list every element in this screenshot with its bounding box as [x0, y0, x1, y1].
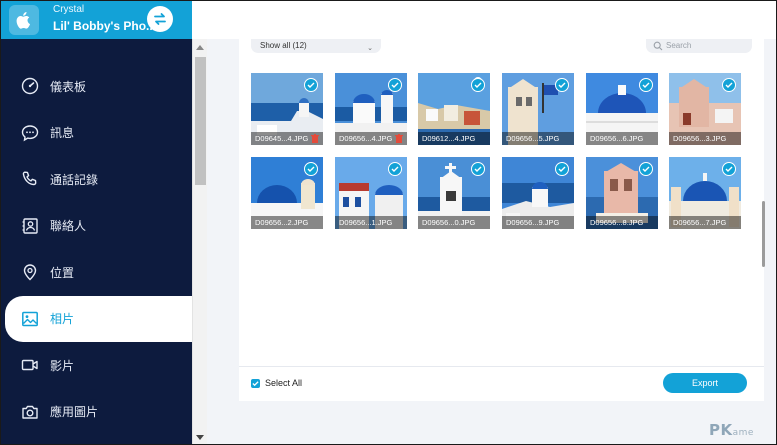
photo-content-area: Show all (12) ⌄ Search D09645...4.JPG D0… [239, 39, 764, 401]
selected-check-icon[interactable] [388, 162, 402, 176]
export-button[interactable]: Export [663, 373, 747, 393]
photo-tile[interactable]: D09656...3.JPG [669, 73, 741, 145]
select-all-label: Select All [265, 378, 303, 388]
sidebar-scrollbar[interactable] [192, 39, 207, 444]
search-input[interactable]: Search [646, 39, 752, 53]
photo-tile[interactable]: D09645...4.JPG [251, 73, 323, 145]
sidebar-item-label: 聯絡人 [50, 219, 87, 234]
select-all-checkbox[interactable]: Select All [251, 378, 302, 388]
photo-filename: D09656...8.JPG [586, 216, 658, 229]
selected-check-icon[interactable] [639, 78, 653, 92]
photo-tile[interactable]: D09612...4.JPG [418, 73, 490, 145]
show-filter-dropdown[interactable]: Show all (12) ⌄ [251, 39, 381, 53]
device-header: Crystal Lil' Bobby's Pho... [1, 1, 192, 39]
sidebar-item-videos[interactable]: 影片 [1, 342, 192, 389]
scroll-down-arrow-icon[interactable] [196, 435, 204, 440]
watermark-text: PK [709, 421, 733, 439]
device-owner: Crystal [53, 4, 85, 15]
apple-device-icon [9, 5, 39, 35]
filter-selected-value: Show all (12) [260, 41, 307, 50]
sidebar-nav: 儀表板 訊息 通話記錄 聯絡人 位置 相片 影片 應用圖片 [1, 63, 192, 435]
photo-tile[interactable]: D09656...7.JPG [669, 157, 741, 229]
photo-filename: D09656...3.JPG [669, 132, 741, 145]
photo-filename: D09656...7.JPG [669, 216, 741, 229]
phone-icon [20, 169, 40, 189]
watermark-suffix: ame [732, 428, 754, 438]
main-panel: Show all (12) ⌄ Search D09645...4.JPG D0… [192, 1, 776, 444]
photo-filename: D09656...5.JPG [502, 132, 574, 145]
watermark-logo: PKame [709, 421, 754, 439]
photo-filename: D09612...4.JPG [418, 132, 490, 145]
trash-icon[interactable] [395, 134, 403, 143]
photo-tile[interactable]: D09656...5.JPG [502, 73, 574, 145]
switch-device-button[interactable] [147, 6, 173, 32]
sidebar-item-messages[interactable]: 訊息 [1, 110, 192, 157]
sidebar-item-label: 通話記錄 [50, 172, 99, 187]
content-scrollbar-thumb[interactable] [762, 201, 765, 267]
sidebar-item-dashboard[interactable]: 儀表板 [1, 63, 192, 110]
photo-filename: D09656...9.JPG [502, 216, 574, 229]
sidebar-item-label: 相片 [50, 312, 75, 327]
scrollbar-thumb[interactable] [195, 57, 206, 185]
photo-tile[interactable]: D09656...4.JPG [335, 73, 407, 145]
location-pin-icon [20, 262, 40, 282]
search-placeholder: Search [666, 41, 692, 50]
photo-tile[interactable]: D09656...0.JPG [418, 157, 490, 229]
photo-filename: D09656...2.JPG [251, 216, 323, 229]
image-icon [20, 309, 40, 329]
selected-check-icon[interactable] [304, 162, 318, 176]
selected-check-icon[interactable] [722, 78, 736, 92]
photo-filename: D09656...6.JPG [586, 132, 658, 145]
sidebar-item-photos[interactable]: 相片 [5, 295, 192, 342]
app-window: Crystal Lil' Bobby's Pho... 儀表板 訊息 通話記錄 … [0, 0, 777, 445]
photo-filename: D09656...1.JPG [335, 216, 407, 229]
sidebar-item-contacts[interactable]: 聯絡人 [1, 203, 192, 250]
sidebar-item-call-log[interactable]: 通話記錄 [1, 156, 192, 203]
trash-icon[interactable] [311, 134, 319, 143]
sidebar-item-label: 位置 [50, 265, 75, 280]
selected-check-icon[interactable] [388, 78, 402, 92]
chevron-down-icon: ⌄ [367, 45, 373, 52]
photo-tile[interactable]: D09656...6.JPG [586, 73, 658, 145]
photo-tile[interactable]: D09656...1.JPG [335, 157, 407, 229]
sidebar-item-label: 訊息 [50, 126, 75, 141]
top-bar [192, 1, 776, 39]
chat-bubble-icon [20, 123, 40, 143]
sidebar-item-label: 儀表板 [50, 79, 87, 94]
sidebar-item-app-photos[interactable]: 應用圖片 [1, 389, 192, 436]
sidebar-item-location[interactable]: 位置 [1, 249, 192, 296]
photo-tile[interactable]: D09656...9.JPG [502, 157, 574, 229]
video-camera-icon [20, 355, 40, 375]
selected-check-icon[interactable] [722, 162, 736, 176]
camera-icon [20, 402, 40, 422]
scroll-up-arrow-icon[interactable] [196, 45, 204, 50]
gauge-icon [20, 76, 40, 96]
search-icon [653, 41, 663, 51]
photo-tile[interactable]: D09656...2.JPG [251, 157, 323, 229]
sidebar-item-label: 影片 [50, 358, 75, 373]
selected-check-icon[interactable] [471, 162, 485, 176]
photo-filename: D09656...0.JPG [418, 216, 490, 229]
selected-check-icon[interactable] [555, 78, 569, 92]
selected-check-icon[interactable] [555, 162, 569, 176]
contact-card-icon [20, 216, 40, 236]
checkbox-checked-icon[interactable] [251, 378, 260, 388]
selected-check-icon[interactable] [639, 162, 653, 176]
footer-bar: Select All Export [239, 366, 764, 400]
photo-tile[interactable]: D09656...8.JPG [586, 157, 658, 229]
sidebar-item-label: 應用圖片 [50, 405, 99, 420]
selected-check-icon[interactable] [304, 78, 318, 92]
selected-check-icon[interactable] [471, 78, 485, 92]
sidebar: Crystal Lil' Bobby's Pho... 儀表板 訊息 通話記錄 … [1, 1, 192, 444]
filter-bar: Show all (12) ⌄ Search [239, 39, 764, 67]
device-name: Lil' Bobby's Pho... [53, 19, 157, 33]
swap-arrows-icon [154, 13, 166, 25]
